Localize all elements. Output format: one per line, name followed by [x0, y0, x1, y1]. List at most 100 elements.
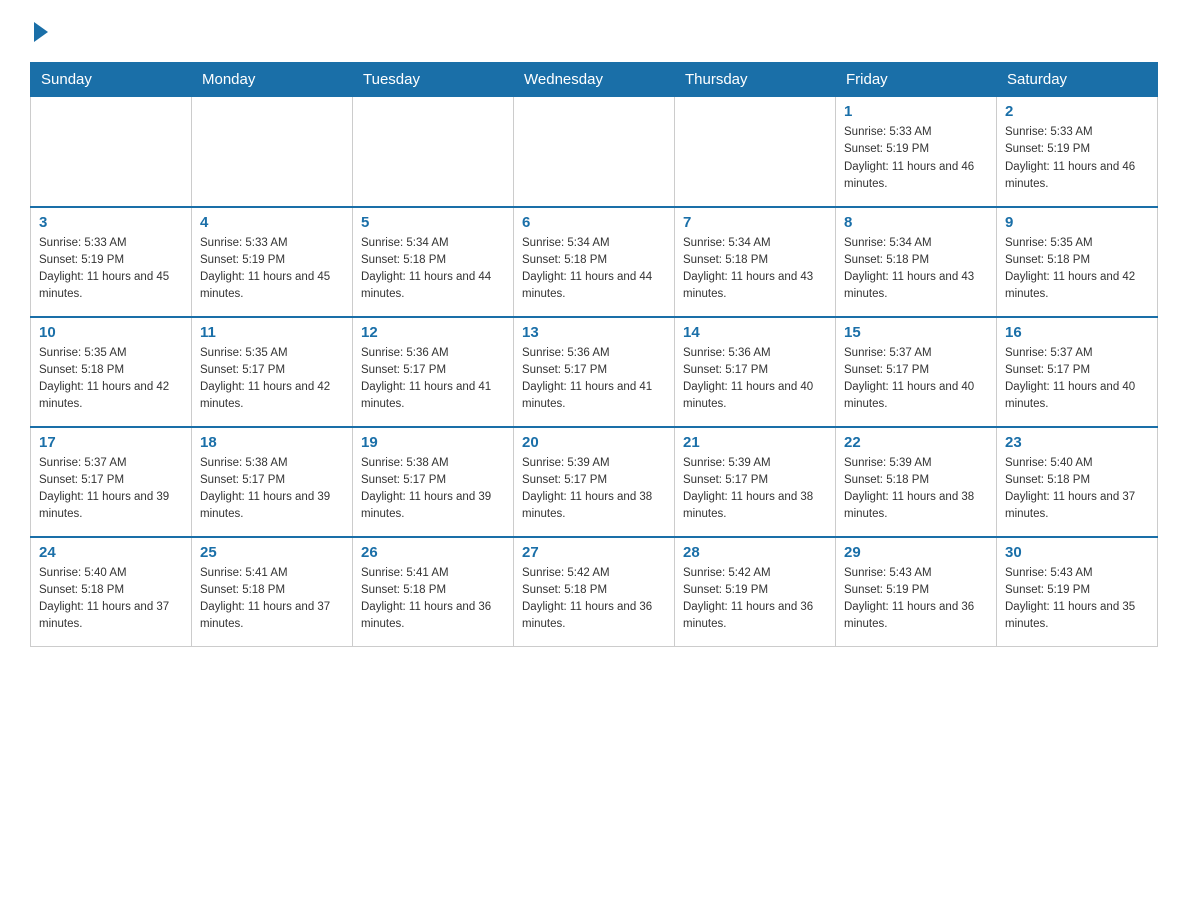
day-number: 28: [683, 544, 827, 561]
day-number: 30: [1005, 544, 1149, 561]
calendar-cell: 29Sunrise: 5:43 AM Sunset: 5:19 PM Dayli…: [836, 537, 997, 647]
calendar-cell: 20 Sunrise: 5:39 AM Sunset: 5:17 PM Dayli…: [514, 427, 675, 537]
calendar-cell: 26Sunrise: 5:41 AM Sunset: 5:18 PM Dayli…: [353, 537, 514, 647]
day-info: Sunrise: 5:33 AM Sunset: 5:19 PM Dayligh…: [200, 235, 344, 304]
calendar-cell: 13 Sunrise: 5:36 AM Sunset: 5:17 PM Dayli…: [514, 317, 675, 427]
calendar-week-row: 1 Sunrise: 5:33 AM Sunset: 5:19 PM Daylig…: [31, 97, 1158, 207]
day-number: 9: [1005, 214, 1149, 231]
calendar-cell: 18Sunrise: 5:38 AM Sunset: 5:17 PM Dayli…: [192, 427, 353, 537]
day-info: Sunrise: 5:34 AM Sunset: 5:18 PM Dayligh…: [683, 235, 827, 304]
calendar-cell: 28 Sunrise: 5:42 AM Sunset: 5:19 PM Dayli…: [675, 537, 836, 647]
calendar-week-row: 10 Sunrise: 5:35 AM Sunset: 5:18 PM Dayli…: [31, 317, 1158, 427]
column-header-friday: Friday: [836, 63, 997, 97]
day-info: Sunrise: 5:42 AM Sunset: 5:18 PM Dayligh…: [522, 565, 666, 634]
calendar-cell: [675, 97, 836, 207]
day-number: 27: [522, 544, 666, 561]
calendar-cell: 21Sunrise: 5:39 AM Sunset: 5:17 PM Dayli…: [675, 427, 836, 537]
day-number: 11: [200, 324, 344, 341]
day-info: Sunrise: 5:36 AM Sunset: 5:17 PM Dayligh…: [522, 345, 666, 414]
day-number: 19: [361, 434, 505, 451]
day-number: 6: [522, 214, 666, 231]
day-number: 10: [39, 324, 183, 341]
column-header-monday: Monday: [192, 63, 353, 97]
calendar-cell: 6 Sunrise: 5:34 AM Sunset: 5:18 PM Daylig…: [514, 207, 675, 317]
calendar-cell: 23 Sunrise: 5:40 AM Sunset: 5:18 PM Dayli…: [997, 427, 1158, 537]
day-info: Sunrise: 5:36 AM Sunset: 5:17 PM Dayligh…: [361, 345, 505, 414]
day-info: Sunrise: 5:35 AM Sunset: 5:18 PM Dayligh…: [39, 345, 183, 414]
day-number: 8: [844, 214, 988, 231]
calendar-table: SundayMondayTuesdayWednesdayThursdayFrid…: [30, 62, 1158, 647]
day-info: Sunrise: 5:39 AM Sunset: 5:17 PM Dayligh…: [683, 455, 827, 524]
calendar-cell: 4 Sunrise: 5:33 AM Sunset: 5:19 PM Daylig…: [192, 207, 353, 317]
logo-arrow-icon: [34, 22, 48, 42]
day-number: 5: [361, 214, 505, 231]
column-header-sunday: Sunday: [31, 63, 192, 97]
calendar-cell: 17 Sunrise: 5:37 AM Sunset: 5:17 PM Dayli…: [31, 427, 192, 537]
day-number: 23: [1005, 434, 1149, 451]
day-info: Sunrise: 5:38 AM Sunset: 5:17 PM Dayligh…: [200, 455, 344, 524]
day-number: 4: [200, 214, 344, 231]
day-number: 7: [683, 214, 827, 231]
calendar-cell: 8Sunrise: 5:34 AM Sunset: 5:18 PM Daylig…: [836, 207, 997, 317]
day-info: Sunrise: 5:33 AM Sunset: 5:19 PM Dayligh…: [39, 235, 183, 304]
day-number: 24: [39, 544, 183, 561]
day-info: Sunrise: 5:42 AM Sunset: 5:19 PM Dayligh…: [683, 565, 827, 634]
calendar-cell: 3 Sunrise: 5:33 AM Sunset: 5:19 PM Daylig…: [31, 207, 192, 317]
column-header-wednesday: Wednesday: [514, 63, 675, 97]
calendar-cell: 27 Sunrise: 5:42 AM Sunset: 5:18 PM Dayli…: [514, 537, 675, 647]
calendar-cell: [192, 97, 353, 207]
day-info: Sunrise: 5:34 AM Sunset: 5:18 PM Dayligh…: [522, 235, 666, 304]
calendar-week-row: 24 Sunrise: 5:40 AM Sunset: 5:18 PM Dayli…: [31, 537, 1158, 647]
day-number: 26: [361, 544, 505, 561]
day-info: Sunrise: 5:33 AM Sunset: 5:19 PM Dayligh…: [844, 124, 988, 193]
day-info: Sunrise: 5:34 AM Sunset: 5:18 PM Dayligh…: [361, 235, 505, 304]
day-info: Sunrise: 5:40 AM Sunset: 5:18 PM Dayligh…: [39, 565, 183, 634]
calendar-cell: 12 Sunrise: 5:36 AM Sunset: 5:17 PM Dayli…: [353, 317, 514, 427]
calendar-cell: 9Sunrise: 5:35 AM Sunset: 5:18 PM Daylig…: [997, 207, 1158, 317]
calendar-week-row: 3 Sunrise: 5:33 AM Sunset: 5:19 PM Daylig…: [31, 207, 1158, 317]
day-number: 17: [39, 434, 183, 451]
day-number: 20: [522, 434, 666, 451]
day-info: Sunrise: 5:41 AM Sunset: 5:18 PM Dayligh…: [200, 565, 344, 634]
day-info: Sunrise: 5:35 AM Sunset: 5:17 PM Dayligh…: [200, 345, 344, 414]
day-info: Sunrise: 5:33 AM Sunset: 5:19 PM Dayligh…: [1005, 124, 1149, 193]
calendar-cell: 7 Sunrise: 5:34 AM Sunset: 5:18 PM Daylig…: [675, 207, 836, 317]
day-info: Sunrise: 5:38 AM Sunset: 5:17 PM Dayligh…: [361, 455, 505, 524]
day-info: Sunrise: 5:40 AM Sunset: 5:18 PM Dayligh…: [1005, 455, 1149, 524]
calendar-cell: 24 Sunrise: 5:40 AM Sunset: 5:18 PM Dayli…: [31, 537, 192, 647]
calendar-header-row: SundayMondayTuesdayWednesdayThursdayFrid…: [31, 63, 1158, 97]
day-number: 12: [361, 324, 505, 341]
calendar-cell: 14 Sunrise: 5:36 AM Sunset: 5:17 PM Dayli…: [675, 317, 836, 427]
column-header-thursday: Thursday: [675, 63, 836, 97]
calendar-cell: [31, 97, 192, 207]
day-info: Sunrise: 5:43 AM Sunset: 5:19 PM Dayligh…: [1005, 565, 1149, 634]
calendar-cell: 30 Sunrise: 5:43 AM Sunset: 5:19 PM Dayli…: [997, 537, 1158, 647]
page-header: [30, 20, 1158, 42]
calendar-cell: 16 Sunrise: 5:37 AM Sunset: 5:17 PM Dayli…: [997, 317, 1158, 427]
calendar-cell: 15 Sunrise: 5:37 AM Sunset: 5:17 PM Dayli…: [836, 317, 997, 427]
day-info: Sunrise: 5:37 AM Sunset: 5:17 PM Dayligh…: [844, 345, 988, 414]
day-info: Sunrise: 5:36 AM Sunset: 5:17 PM Dayligh…: [683, 345, 827, 414]
day-number: 15: [844, 324, 988, 341]
column-header-saturday: Saturday: [997, 63, 1158, 97]
calendar-cell: 1 Sunrise: 5:33 AM Sunset: 5:19 PM Daylig…: [836, 97, 997, 207]
calendar-week-row: 17 Sunrise: 5:37 AM Sunset: 5:17 PM Dayli…: [31, 427, 1158, 537]
day-number: 3: [39, 214, 183, 231]
logo: [30, 20, 48, 42]
day-number: 2: [1005, 103, 1149, 120]
day-number: 13: [522, 324, 666, 341]
calendar-cell: 5 Sunrise: 5:34 AM Sunset: 5:18 PM Daylig…: [353, 207, 514, 317]
calendar-cell: 2 Sunrise: 5:33 AM Sunset: 5:19 PM Daylig…: [997, 97, 1158, 207]
day-number: 16: [1005, 324, 1149, 341]
day-number: 1: [844, 103, 988, 120]
day-info: Sunrise: 5:37 AM Sunset: 5:17 PM Dayligh…: [1005, 345, 1149, 414]
calendar-cell: 10 Sunrise: 5:35 AM Sunset: 5:18 PM Dayli…: [31, 317, 192, 427]
day-number: 14: [683, 324, 827, 341]
day-info: Sunrise: 5:39 AM Sunset: 5:17 PM Dayligh…: [522, 455, 666, 524]
day-number: 25: [200, 544, 344, 561]
day-info: Sunrise: 5:37 AM Sunset: 5:17 PM Dayligh…: [39, 455, 183, 524]
day-info: Sunrise: 5:43 AM Sunset: 5:19 PM Dayligh…: [844, 565, 988, 634]
day-number: 22: [844, 434, 988, 451]
calendar-cell: 25 Sunrise: 5:41 AM Sunset: 5:18 PM Dayli…: [192, 537, 353, 647]
calendar-cell: 11 Sunrise: 5:35 AM Sunset: 5:17 PM Dayli…: [192, 317, 353, 427]
